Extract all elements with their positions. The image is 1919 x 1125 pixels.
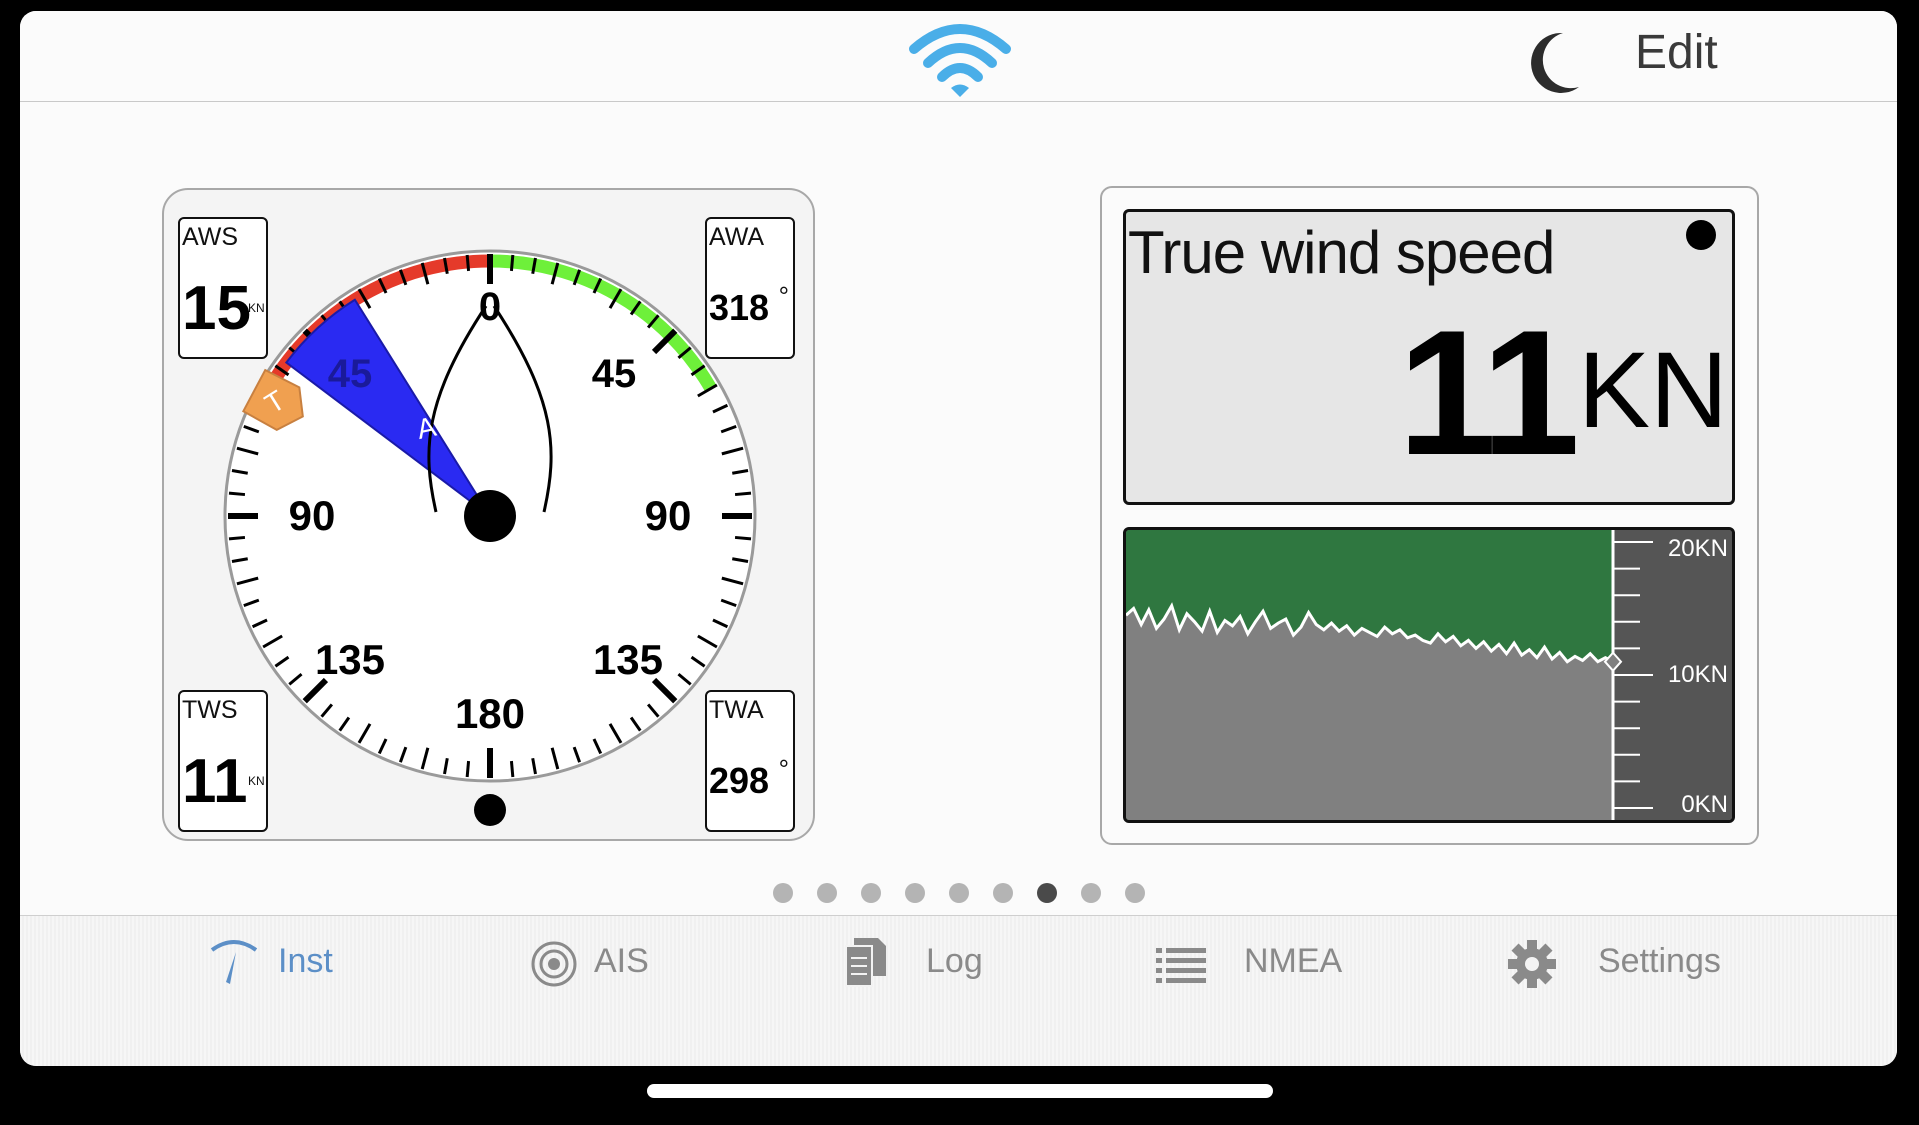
tab-log[interactable]: Log	[838, 930, 988, 990]
moon-icon[interactable]	[1525, 29, 1583, 93]
list-icon	[1156, 948, 1206, 983]
tab-ais[interactable]: AIS	[526, 930, 676, 990]
dial-tick	[734, 491, 752, 497]
dial-label-0: 0	[479, 285, 501, 329]
tws-title: True wind speed	[1128, 219, 1555, 286]
aws-value: 15	[182, 274, 251, 343]
dial-label-90-right: 90	[645, 492, 692, 539]
page-dot[interactable]	[1124, 883, 1145, 903]
dial-label-180: 180	[455, 690, 525, 737]
document-icon	[845, 938, 886, 987]
tab-settings[interactable]: Settings	[1504, 930, 1734, 990]
tws-value: 11	[182, 747, 248, 816]
dial-label-90-left: 90	[289, 492, 336, 539]
gear-icon	[1508, 940, 1556, 988]
aws-unit: KN	[248, 301, 265, 315]
awa-label: AWA	[709, 223, 765, 251]
page-dot[interactable]	[948, 883, 969, 903]
tab-bar: Inst AIS Log NMEA Settings	[20, 915, 1897, 1066]
tws-unit: KN	[248, 774, 265, 788]
dial-tick	[509, 254, 515, 272]
awa-unit: °	[778, 281, 789, 311]
twa-unit: °	[778, 754, 789, 784]
twa-box[interactable]: TWA 298 °	[705, 690, 795, 832]
page-dot[interactable]	[992, 883, 1013, 903]
tws-label: TWS	[182, 696, 238, 724]
wifi-icon[interactable]	[908, 15, 1012, 101]
tab-log-label: Log	[926, 942, 983, 980]
page-dot[interactable]	[860, 883, 881, 903]
dial-tick	[465, 760, 471, 778]
status-dot	[1686, 220, 1716, 250]
edit-button[interactable]: Edit	[1635, 25, 1718, 80]
dial-tick	[228, 535, 246, 541]
true-wind-panel[interactable]: True wind speed 11 KN 20KN 10KN 0KN	[1100, 186, 1759, 845]
awa-box[interactable]: AWA 318 °	[705, 217, 795, 359]
dial-tick	[228, 491, 246, 497]
chart-tick-label-0: 0KN	[1681, 791, 1728, 818]
dial-tick	[734, 535, 752, 541]
dial-label-135-left: 135	[315, 636, 385, 683]
page-dot[interactable]	[772, 883, 793, 903]
page-dot[interactable]	[904, 883, 925, 903]
chart-tick-label-10: 10KN	[1668, 661, 1728, 688]
page-dot[interactable]	[1080, 883, 1101, 903]
dial-bottom-dot	[474, 794, 506, 826]
tab-nmea-label: NMEA	[1244, 942, 1343, 980]
gauge-icon	[210, 940, 258, 984]
tab-inst-label: Inst	[278, 942, 333, 980]
twa-value: 298	[709, 760, 770, 801]
dial-label-45-left: 45	[328, 352, 373, 396]
tws-history-chart[interactable]: 20KN 10KN 0KN	[1123, 527, 1735, 823]
page-dot[interactable]	[1036, 883, 1057, 903]
tws-readout-unit: KN	[1577, 329, 1728, 450]
app-screen: Edit 0 45 45 90 90 135 135 180 A T AWS 1…	[20, 11, 1897, 1066]
tab-settings-label: Settings	[1598, 942, 1721, 980]
aws-label: AWS	[182, 223, 239, 251]
twa-label: TWA	[709, 696, 764, 724]
wind-gauge-panel[interactable]: 0 45 45 90 90 135 135 180 A T AWS 15 KN …	[162, 188, 815, 841]
home-indicator[interactable]	[647, 1084, 1273, 1098]
tws-readout-value: 11	[1397, 293, 1580, 492]
top-bar: Edit	[20, 11, 1897, 102]
tws-box[interactable]: TWS 11 KN	[178, 690, 268, 832]
dial-label-135-right: 135	[593, 636, 663, 683]
dial-hub	[464, 490, 516, 542]
chart-tick-label-20: 20KN	[1668, 535, 1728, 562]
dial-tick	[509, 760, 515, 778]
dial-tick	[465, 254, 471, 272]
aws-box[interactable]: AWS 15 KN	[178, 217, 268, 359]
tws-readout-card[interactable]: True wind speed 11 KN	[1123, 209, 1735, 505]
tab-nmea[interactable]: NMEA	[1154, 930, 1354, 990]
page-indicator	[20, 883, 1897, 903]
awa-value: 318	[709, 287, 770, 328]
tab-inst[interactable]: Inst	[206, 930, 356, 990]
dial-label-45-right: 45	[592, 352, 637, 396]
tab-ais-label: AIS	[594, 942, 649, 980]
radar-icon	[531, 941, 577, 987]
page-dot[interactable]	[816, 883, 837, 903]
